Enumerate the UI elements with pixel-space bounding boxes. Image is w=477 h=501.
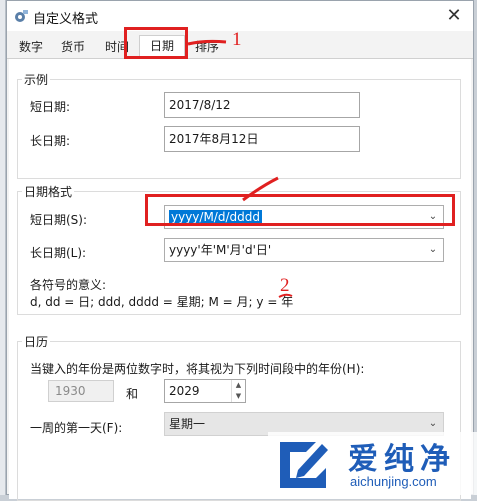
watermark-title: 爱纯净 xyxy=(348,442,456,477)
annotation-number-1: 1 xyxy=(232,29,242,50)
annotation-strokes xyxy=(187,39,293,298)
watermark: 爱纯净 aichunjing.com xyxy=(268,432,477,495)
annotation-number-2: 2 xyxy=(280,275,290,296)
watermark-url: aichunjing.com xyxy=(350,474,437,489)
annotation-box-short-date xyxy=(145,194,455,226)
annotation-stroke-1 xyxy=(187,39,227,46)
watermark-logo-icon xyxy=(280,442,328,488)
